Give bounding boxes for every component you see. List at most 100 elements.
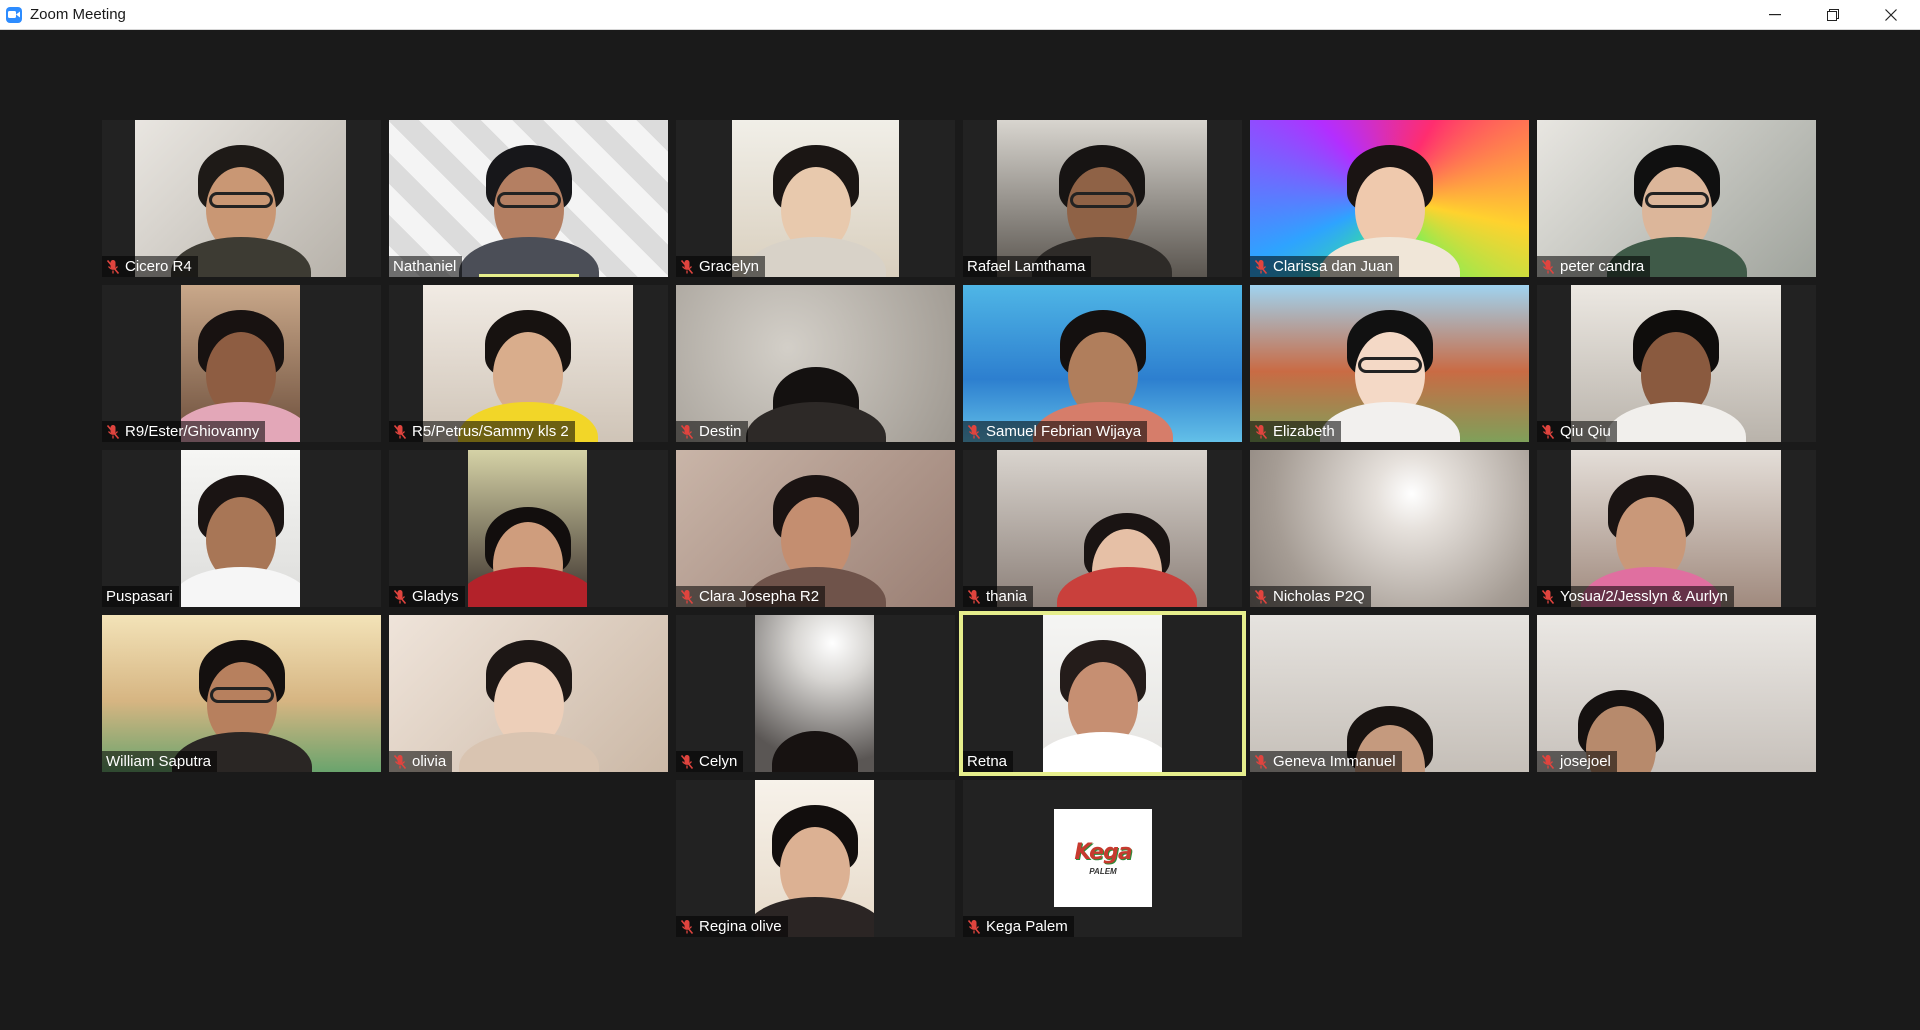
glasses: [1357, 357, 1422, 374]
participant-body: [458, 732, 599, 772]
participant-video: [423, 285, 633, 442]
participant-name-tag: Samuel Febrian Wijaya: [963, 421, 1148, 442]
participant-name-tag: Gracelyn: [676, 256, 766, 277]
participant-video: [676, 285, 955, 442]
restore-button[interactable]: [1804, 0, 1862, 29]
video-tile[interactable]: peter candra: [1537, 120, 1816, 277]
muted-mic-icon: [967, 589, 981, 604]
video-tile[interactable]: R5/Petrus/Sammy kls 2: [389, 285, 668, 442]
participant-name-tag: Kega Palem: [963, 916, 1074, 937]
muted-mic-icon: [1541, 589, 1555, 604]
logo-subtext: PALEM: [1089, 867, 1117, 876]
video-tile[interactable]: Gladys: [389, 450, 668, 607]
video-tile[interactable]: Yosua/2/Jesslyn & Aurlyn: [1537, 450, 1816, 607]
participant-name: peter candra: [1560, 258, 1645, 275]
participant-video: [181, 285, 300, 442]
video-tile[interactable]: Cicero R4: [102, 120, 381, 277]
participant-video: [1250, 285, 1529, 442]
participant-name: Nathaniel: [393, 258, 457, 275]
muted-mic-icon: [1541, 259, 1555, 274]
participant-video: [755, 780, 874, 937]
participant-video: [732, 120, 899, 277]
logo-text: Kega: [1074, 840, 1132, 865]
participant-video: [997, 120, 1207, 277]
video-tile[interactable]: Elizabeth: [1250, 285, 1529, 442]
participant-name: Regina olive: [699, 918, 782, 935]
participant-name-tag: Destin: [676, 421, 748, 442]
minimize-button[interactable]: [1746, 0, 1804, 29]
video-tile[interactable]: Qiu Qiu: [1537, 285, 1816, 442]
participant-name-tag: Regina olive: [676, 916, 788, 937]
participant-name-tag: Yosua/2/Jesslyn & Aurlyn: [1537, 586, 1734, 607]
participant-name-tag: Celyn: [676, 751, 744, 772]
participant-name-tag: R9/Ester/Ghiovanny: [102, 421, 266, 442]
zoom-camera-icon: [6, 6, 22, 23]
video-tile[interactable]: Regina olive: [676, 780, 955, 937]
video-tile[interactable]: Clarissa dan Juan: [1250, 120, 1529, 277]
participant-name: Retna: [967, 753, 1008, 770]
muted-mic-icon: [680, 754, 694, 769]
participant-name: Clara Josepha R2: [699, 588, 820, 605]
video-tile[interactable]: Samuel Febrian Wijaya: [963, 285, 1242, 442]
participant-name-tag: William Saputra: [102, 751, 218, 772]
video-tile[interactable]: R9/Ester/Ghiovanny: [102, 285, 381, 442]
participant-name: Clarissa dan Juan: [1273, 258, 1394, 275]
video-tile[interactable]: Nicholas P2Q: [1250, 450, 1529, 607]
window-title: Zoom Meeting: [30, 6, 126, 23]
muted-mic-icon: [393, 589, 407, 604]
glasses: [1644, 192, 1709, 209]
video-tile[interactable]: Clara Josepha R2: [676, 450, 955, 607]
participant-name-tag: Rafael Lamthama: [963, 256, 1092, 277]
video-tile[interactable]: Celyn: [676, 615, 955, 772]
video-tile[interactable]: Puspasari: [102, 450, 381, 607]
window-controls: [1746, 0, 1920, 29]
participant-name-tag: Nathaniel: [389, 256, 463, 277]
participant-name: thania: [986, 588, 1027, 605]
participant-name-tag: Retna: [963, 751, 1014, 772]
video-tile[interactable]: William Saputra: [102, 615, 381, 772]
participant-name: olivia: [412, 753, 447, 770]
muted-mic-icon: [967, 919, 981, 934]
speaking-indicator: [479, 274, 579, 277]
participant-name: Celyn: [699, 753, 738, 770]
participant-video: [135, 120, 346, 277]
video-tile[interactable]: Gracelyn: [676, 120, 955, 277]
participant-name: Puspasari: [106, 588, 173, 605]
participant-body: [1057, 567, 1198, 607]
video-tile[interactable]: Kega PALEM Kega Palem: [963, 780, 1242, 937]
participant-name: Gladys: [412, 588, 459, 605]
participant-name: Kega Palem: [986, 918, 1068, 935]
participant-name-tag: Gladys: [389, 586, 465, 607]
participant-name: josejoel: [1560, 753, 1611, 770]
participant-figure: [771, 731, 858, 772]
close-button[interactable]: [1862, 0, 1920, 29]
participant-name-tag: R5/Petrus/Sammy kls 2: [389, 421, 575, 442]
participant-name: Gracelyn: [699, 258, 760, 275]
video-tile[interactable]: olivia: [389, 615, 668, 772]
participant-name-tag: Puspasari: [102, 586, 179, 607]
video-tile[interactable]: Geneva Immanuel: [1250, 615, 1529, 772]
participant-name: Qiu Qiu: [1560, 423, 1611, 440]
participant-video: [102, 615, 381, 772]
participant-name-tag: thania: [963, 586, 1033, 607]
title-bar: Zoom Meeting: [0, 0, 1920, 30]
video-tile[interactable]: josejoel: [1537, 615, 1816, 772]
video-tile[interactable]: Nathaniel: [389, 120, 668, 277]
glasses: [1070, 192, 1134, 209]
video-tile[interactable]: Rafael Lamthama: [963, 120, 1242, 277]
participant-name: Destin: [699, 423, 742, 440]
video-tile-active-speaker[interactable]: Retna: [959, 611, 1246, 776]
participant-video: [1043, 615, 1162, 772]
participant-video: [389, 615, 668, 772]
participant-name: Yosua/2/Jesslyn & Aurlyn: [1560, 588, 1728, 605]
muted-mic-icon: [680, 259, 694, 274]
participant-name: Cicero R4: [125, 258, 192, 275]
participant-name-tag: Clara Josepha R2: [676, 586, 826, 607]
participant-body: [468, 567, 587, 607]
muted-mic-icon: [680, 424, 694, 439]
video-tile[interactable]: Destin: [676, 285, 955, 442]
participant-video: [468, 450, 587, 607]
video-tile[interactable]: thania: [963, 450, 1242, 607]
participant-video: [963, 285, 1242, 442]
participant-video: [1571, 285, 1781, 442]
